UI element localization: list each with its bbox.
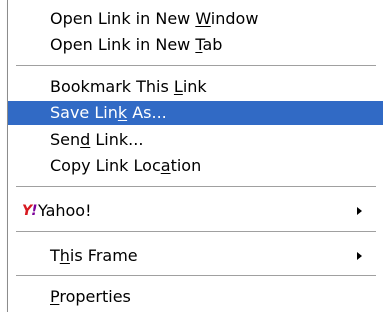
menu-item-label: Link...: [90, 130, 144, 149]
access-key: W: [195, 9, 211, 28]
menu-item-label: As...: [127, 103, 167, 122]
menu-separator: [16, 65, 376, 67]
menu-item-label: Open Link in New: [50, 35, 196, 54]
menu-item-label: Open Link in New: [50, 9, 196, 28]
menu-item-send-link[interactable]: Send Link...: [8, 128, 383, 152]
menu-item-label: Bookmark This: [50, 77, 174, 96]
menu-item-label: roperties: [59, 287, 131, 306]
menu-item-save-link-as[interactable]: Save Link As...: [8, 101, 383, 125]
menu-item-this-frame[interactable]: This Frame: [8, 244, 383, 268]
submenu-arrow-icon: [357, 207, 362, 215]
menu-item-properties[interactable]: Properties: [8, 285, 383, 309]
access-key: d: [80, 130, 91, 149]
menu-separator: [16, 231, 376, 233]
menu-separator: [16, 275, 376, 277]
menu-item-label: is Frame: [69, 246, 138, 265]
access-key: h: [59, 246, 70, 265]
access-key: L: [173, 77, 183, 96]
menu-item-open-link-new-tab[interactable]: Open Link in New Tab: [8, 33, 383, 57]
menu-item-label: tion: [170, 156, 202, 175]
access-key: k: [117, 103, 128, 122]
menu-item-copy-link-location[interactable]: Copy Link Location: [8, 154, 383, 178]
menu-item-open-link-new-window[interactable]: Open Link in New Window: [8, 7, 383, 31]
menu-item-label: indow: [210, 9, 259, 28]
submenu-arrow-icon: [357, 252, 362, 260]
yahoo-icon-mark: !: [31, 203, 37, 219]
yahoo-icon-letter: Y: [22, 203, 32, 219]
menu-item-label: Yahoo!: [38, 201, 92, 220]
menu-item-label: Copy Link Loc: [50, 156, 161, 175]
access-key: P: [50, 287, 60, 306]
context-menu: Open Link in New Window Open Link in New…: [7, 0, 383, 312]
menu-item-label: T: [50, 246, 60, 265]
menu-item-bookmark-link[interactable]: Bookmark This Link: [8, 75, 383, 99]
menu-item-yahoo[interactable]: Y! Yahoo!: [8, 199, 383, 223]
menu-item-label: Save Lin: [50, 103, 118, 122]
menu-item-label: Sen: [50, 130, 81, 149]
access-key: a: [160, 156, 171, 175]
menu-item-label: ab: [202, 35, 223, 54]
menu-item-label: ink: [182, 77, 207, 96]
menu-separator: [16, 186, 376, 188]
yahoo-icon: Y!: [22, 203, 46, 219]
